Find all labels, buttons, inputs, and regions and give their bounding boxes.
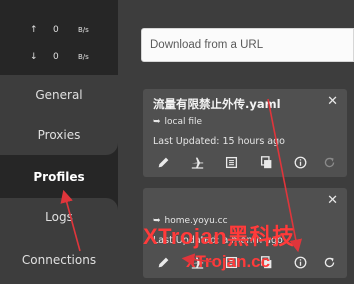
sidebar-item-connections[interactable]: Connections [0,242,118,278]
profile-card[interactable]: 流量有限禁止外传.yaml ✕ ➥ local file Last Updated… [143,89,347,177]
info-icon[interactable] [292,254,308,270]
upload-unit: B/s [78,26,89,34]
list-icon[interactable] [223,154,239,170]
link-arrow-icon: ➥ [153,216,161,226]
proxy-plane-icon[interactable] [189,154,205,170]
info-icon[interactable] [292,154,308,170]
profile-updated: Last Updated: 15 hours ago [153,136,285,147]
upload-arrow-icon: ↑ [30,25,38,35]
link-arrow-icon: ➥ [153,117,161,127]
sidebar-item-label: General [35,88,83,102]
download-rate: ↓ 0 B/s [0,52,118,66]
download-unit: B/s [78,53,89,61]
close-icon[interactable]: ✕ [327,193,338,208]
sidebar-item-proxies[interactable]: Proxies [0,117,118,153]
url-input-placeholder: Download from a URL [150,39,264,51]
download-arrow-icon: ↓ [30,52,38,62]
close-icon[interactable]: ✕ [327,94,338,109]
upload-value: 0 [53,25,59,35]
sidebar: ↑ 0 B/s ↓ 0 B/s General Proxies Profiles… [0,0,118,284]
refresh-icon[interactable] [321,254,337,270]
profile-name: 流量有限禁止外传.yaml [153,97,281,111]
sidebar-item-logs[interactable]: Logs [0,199,118,235]
sidebar-item-label: Logs [45,210,73,224]
edit-icon[interactable] [155,154,171,170]
copy-icon[interactable] [258,154,274,170]
profile-source-text: home.yoyu.cc [164,216,228,226]
sidebar-item-general[interactable]: General [0,77,118,113]
download-url-input[interactable]: Download from a URL [141,28,354,62]
sidebar-item-label: Profiles [33,170,85,184]
sidebar-item-label: Connections [21,253,97,267]
download-value: 0 [53,52,59,62]
profile-source-text: local file [164,117,203,127]
profile-source: ➥ home.yoyu.cc [153,216,228,226]
upload-rate: ↑ 0 B/s [0,25,118,39]
sidebar-item-label: Proxies [37,128,81,142]
list-icon[interactable] [223,254,239,270]
profile-card[interactable]: ✕ ➥ home.yoyu.cc Last Updated: a month ag… [143,188,347,278]
profile-actions [143,254,347,272]
profile-source: ➥ local file [153,117,202,127]
profile-updated: Last Updated: a month ago [153,235,283,246]
copy-icon[interactable] [258,254,274,270]
sidebar-item-profiles[interactable]: Profiles [0,158,118,196]
edit-icon[interactable] [155,254,171,270]
profile-actions [143,154,347,172]
refresh-icon[interactable] [321,154,337,170]
traffic-stats: ↑ 0 B/s ↓ 0 B/s [0,0,118,75]
proxy-plane-icon[interactable] [189,254,205,270]
